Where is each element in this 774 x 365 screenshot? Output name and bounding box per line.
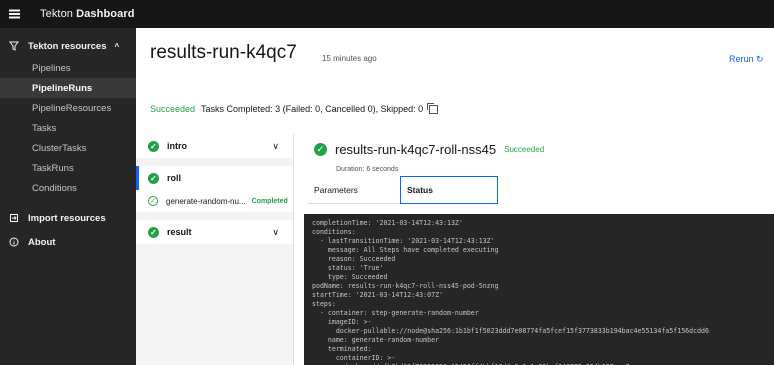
run-timestamp: 15 minutes ago	[322, 54, 377, 63]
sidebar-item-about[interactable]: About	[0, 230, 136, 254]
success-icon: ✓	[148, 226, 159, 238]
success-icon: ✓	[148, 172, 159, 184]
sidebar-item-tasks[interactable]: Tasks	[0, 118, 136, 138]
chevron-down-icon: ∨	[272, 140, 279, 151]
sidebar-group-tekton-resources[interactable]: Tekton resources ^	[0, 34, 136, 58]
sidebar: Tekton resources ^ Pipelines PipelineRun…	[0, 28, 136, 365]
sidebar-item-pipelines[interactable]: Pipelines	[0, 58, 136, 78]
rerun-button[interactable]: Rerun ↻	[729, 54, 764, 65]
taskrun-duration: Duration: 6 seconds	[336, 166, 399, 173]
task-result[interactable]: ✓ result ∨	[136, 220, 293, 244]
step-generate-random-number[interactable]: ✓ generate-random-nu... Completed	[136, 190, 293, 212]
taskrun-header: ✓ results-run-k4qc7-roll-nss45 Succeeded	[314, 142, 544, 157]
step-status: Completed	[251, 197, 288, 205]
import-icon	[0, 213, 28, 223]
task-roll[interactable]: ✓ roll	[136, 166, 293, 190]
tab-status[interactable]: Status	[400, 176, 498, 204]
tab-parameters[interactable]: Parameters	[308, 176, 400, 204]
sidebar-item-pipelineruns[interactable]: PipelineRuns	[0, 78, 136, 98]
tasks-summary: Tasks Completed: 3 (Failed: 0, Cancelled…	[201, 104, 424, 114]
success-icon: ✓	[148, 140, 159, 152]
app-brand[interactable]: Tekton Dashboard	[28, 8, 135, 20]
sidebar-item-taskruns[interactable]: TaskRuns	[0, 158, 136, 178]
taskrun-status: Succeeded	[504, 145, 545, 154]
sidebar-item-clustertasks[interactable]: ClusterTasks	[0, 138, 136, 158]
filter-icon	[0, 41, 28, 51]
run-status-line: Succeeded Tasks Completed: 3 (Failed: 0,…	[150, 102, 439, 114]
task-tree: ✓ intro ∨ ✓ roll ✓ generate-random-nu...…	[136, 134, 294, 365]
copy-icon[interactable]	[427, 102, 439, 114]
task-intro[interactable]: ✓ intro ∨	[136, 134, 293, 158]
menu-icon[interactable]	[0, 0, 28, 28]
success-icon: ✓	[314, 143, 327, 156]
taskrun-detail: ✓ results-run-k4qc7-roll-nss45 Succeeded…	[304, 134, 774, 365]
sidebar-item-import-resources[interactable]: Import resources	[0, 206, 136, 230]
main-content: results-run-k4qc7 15 minutes ago Rerun ↻…	[136, 28, 774, 365]
taskrun-name: results-run-k4qc7-roll-nss45	[335, 142, 497, 157]
sidebar-item-pipelineresources[interactable]: PipelineResources	[0, 98, 136, 118]
status-badge: Succeeded	[150, 104, 196, 114]
status-yaml: completionTime: '2021-03-14T12:43:13Z' c…	[304, 214, 774, 365]
chevron-down-icon: ∨	[272, 226, 279, 237]
sidebar-item-conditions[interactable]: Conditions	[0, 178, 136, 198]
detail-tabs: Parameters Status	[308, 176, 498, 204]
success-outline-icon: ✓	[148, 196, 158, 206]
info-icon	[0, 237, 28, 247]
page-title: results-run-k4qc7	[150, 42, 297, 63]
chevron-up-icon: ^	[114, 41, 120, 51]
top-header: Tekton Dashboard	[0, 0, 774, 28]
